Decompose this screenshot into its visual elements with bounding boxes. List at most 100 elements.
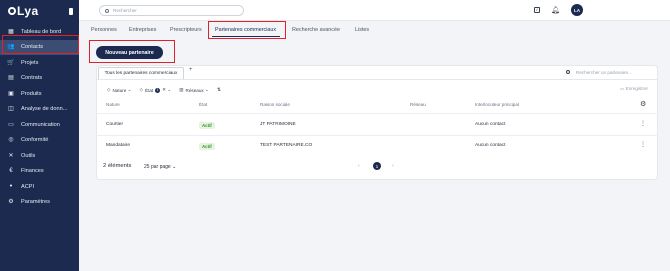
search-placeholder: Rechercher (113, 8, 137, 13)
sidebar-item-contrats[interactable]: ▤ Contrats (0, 71, 79, 87)
cell-raison-sociale: TEST PARTENAIRE.CO (260, 143, 313, 148)
box-icon: ▣ (8, 90, 14, 97)
search-input[interactable]: Rechercher (99, 5, 244, 16)
partner-search-placeholder: Rechercher un partenaire... (576, 69, 632, 75)
sidebar-item-outils[interactable]: ✕ Outils (0, 148, 79, 164)
filter-count-badge: 1 (155, 87, 161, 93)
sidebar-item-produits[interactable]: ▣ Produits (0, 86, 79, 102)
cell-raison-sociale: JT PATRIMOINE (260, 122, 296, 127)
highlight-box-tab (208, 21, 286, 39)
filter-reseaux[interactable]: ▥ Réseaux ⌄ (179, 87, 209, 93)
search-icon (105, 8, 109, 13)
tab-recherche-avancee[interactable]: Recherche avancée (292, 27, 340, 33)
chevron-down-icon: ⌄ (170, 164, 177, 170)
tab-entreprises[interactable]: Entreprises (129, 27, 156, 33)
sidebar-item-label: Produits (21, 90, 42, 97)
chevron-down-icon: ⌄ (126, 87, 132, 92)
dashboard-icon: ▦ (8, 28, 14, 35)
sidebar-item-communication[interactable]: ▭ Communication (0, 117, 79, 133)
row-menu-icon[interactable]: ⋮ (640, 120, 646, 127)
column-header[interactable]: Nature (106, 102, 120, 107)
chevron-down-icon: ⌄ (203, 87, 209, 92)
filter-etat-label: État (145, 87, 154, 93)
sidebar-item-conformite[interactable]: ◎ Conformité (0, 133, 79, 149)
sidebar-item-label: Analyse de donn... (21, 106, 68, 113)
logo-text: Lya (17, 4, 39, 18)
sidebar-item-parametres[interactable]: ⚙ Paramètres (0, 195, 79, 211)
add-view-button[interactable]: + (189, 67, 193, 73)
save-label: Enregistrer (625, 86, 649, 91)
table-header: Nature État Raison sociale Réseau Interl… (96, 100, 658, 110)
avatar[interactable]: LA (571, 4, 583, 16)
sidebar-item-label: Projets (21, 59, 39, 66)
chart-icon: ◫ (8, 106, 14, 113)
prev-page-icon[interactable]: ‹ (358, 163, 360, 169)
chevron-down-icon: ⌄ (166, 87, 172, 92)
tools-icon: ✕ (8, 152, 14, 159)
sidebar-item-label: Conformité (21, 137, 49, 144)
page-button[interactable]: 1 (373, 162, 381, 170)
search-icon (566, 70, 570, 74)
sidebar-item-label: ACPI (21, 183, 35, 190)
column-header[interactable]: Interlocuteur principal (475, 102, 519, 107)
tag-icon: ◇ (139, 87, 144, 92)
filter-nature[interactable]: ◇ Nature ⌄ (107, 87, 131, 93)
divider (96, 79, 658, 80)
sidebar-item-label: Paramètres (21, 199, 50, 206)
swap-icon[interactable]: ⇅ (217, 87, 221, 93)
highlight-box-contacts (2, 35, 79, 54)
gear-icon: ⚙ (8, 199, 14, 206)
logo[interactable]: Lya (8, 4, 39, 18)
cell-nature: Courtier (106, 122, 124, 127)
table-row[interactable]: Mandataire Actif TEST PARTENAIRE.CO Aucu… (96, 136, 658, 156)
filter-nature-label: Nature (112, 87, 127, 93)
sidebar-item-label: Outils (21, 152, 36, 159)
status-badge: Actif (199, 143, 215, 150)
euro-icon: € (9, 168, 13, 175)
sidebar-item-projets[interactable]: 🛒 Projets (0, 55, 79, 71)
row-menu-icon[interactable]: ⋮ (640, 141, 646, 148)
sidebar-item-label: Contrats (21, 75, 43, 82)
table-row[interactable]: Courtier Actif JT PATRIMOINE Aucun conta… (96, 115, 658, 135)
cart-icon: 🛒 (7, 59, 15, 66)
item-count: 2 éléments (103, 163, 132, 169)
logo-row: Lya (0, 0, 79, 22)
message-icon: ▭ (8, 121, 14, 128)
sidebar-item-label: Tableau de bord (21, 28, 62, 35)
sidebar-item-label: Communication (21, 121, 60, 128)
sidebar-item-analyse[interactable]: ◫ Analyse de donn... (0, 102, 79, 118)
row-divider (96, 113, 658, 114)
table-footer: 2 éléments 25 par page ⌄ ‹ 1 › (96, 158, 658, 174)
column-header[interactable]: Raison sociale (260, 102, 290, 107)
sidebar-item-label: Finances (21, 168, 44, 175)
partner-search-input[interactable]: Rechercher un partenaire... (566, 67, 656, 77)
group-icon: ꔷ (9, 183, 13, 190)
bell-icon[interactable]: 🔔︎ (551, 6, 560, 14)
save-view-button[interactable]: ▭ Enregistrer (620, 86, 648, 92)
tasks-icon[interactable]: ✓ (534, 7, 540, 13)
check-circle-icon: ◎ (8, 137, 14, 144)
cell-nature: Mandataire (106, 143, 130, 148)
tab-bar: Personnes Entreprises Prescripteurs Part… (79, 22, 670, 40)
status-badge: Actif (199, 122, 215, 129)
tab-prescripteurs[interactable]: Prescripteurs (170, 27, 202, 33)
pin-icon[interactable] (69, 7, 73, 15)
subtab-all-partners[interactable]: Tous les partenaires commerciaux (98, 67, 184, 79)
tag-icon: ◇ (107, 87, 111, 92)
filter-bar: ◇ Nature ⌄ ◇ État 1 ✕ ⌄ ▥ Réseaux ⌄ ⇅ (107, 87, 221, 93)
column-header[interactable]: Réseau (410, 102, 426, 107)
table-settings-icon[interactable]: ⚙ (640, 101, 646, 108)
per-page-label: 25 par page (144, 164, 171, 170)
document-icon: ▤ (8, 75, 14, 82)
sidebar-item-acpi[interactable]: ꔷ ACPI (0, 179, 79, 195)
logo-ring-icon (8, 7, 16, 15)
filter-reseaux-label: Réseaux (185, 87, 204, 93)
per-page-select[interactable]: 25 par page ⌄ (144, 164, 176, 170)
cell-interlocuteur: Aucun contact (475, 122, 506, 127)
filter-etat[interactable]: ◇ État 1 ✕ ⌄ (139, 87, 171, 93)
sidebar-item-finances[interactable]: € Finances (0, 164, 79, 180)
column-header[interactable]: État (199, 102, 207, 107)
next-page-icon[interactable]: › (392, 163, 394, 169)
tab-listes[interactable]: Listes (355, 27, 369, 33)
tab-personnes[interactable]: Personnes (91, 27, 117, 33)
